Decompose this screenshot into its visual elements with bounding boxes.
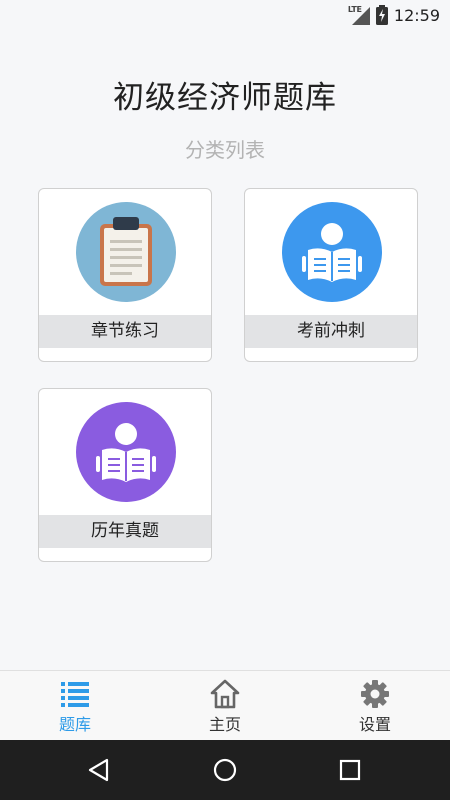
clipboard-icon: [100, 217, 152, 286]
category-card-past-exams[interactable]: 历年真题: [38, 388, 212, 562]
gear-icon: [361, 680, 389, 708]
category-label: 考前冲刺: [245, 315, 417, 348]
category-card-chapter-practice[interactable]: 章节练习: [38, 188, 212, 362]
signal-indicator: LTE: [348, 5, 370, 25]
battery-icon: [375, 5, 388, 25]
bottom-nav: 题库 主页 设置: [0, 670, 450, 740]
status-icons: LTE 12:59: [348, 4, 440, 26]
recents-icon[interactable]: [334, 754, 366, 786]
back-icon[interactable]: [83, 754, 115, 786]
nav-label: 题库: [58, 715, 91, 734]
nav-label: 设置: [358, 715, 391, 734]
nav-tab-home[interactable]: 主页: [150, 671, 300, 741]
category-icon-circle: [282, 202, 382, 302]
page-subtitle: 分类列表: [185, 138, 265, 162]
list-icon: [61, 682, 89, 707]
clock: 12:59: [393, 5, 440, 25]
nav-label: 主页: [208, 715, 241, 734]
page-title: 初级经济师题库: [113, 80, 337, 116]
nav-tab-question-bank[interactable]: 题库: [0, 671, 150, 741]
signal-icon: [351, 7, 370, 25]
category-icon-circle: [76, 202, 176, 302]
category-card-pre-exam-sprint[interactable]: 考前冲刺: [244, 188, 418, 362]
home-icon: [210, 679, 240, 709]
status-bar: LTE 12:59: [0, 0, 450, 30]
home-circle-icon[interactable]: [209, 754, 241, 786]
nav-tab-settings[interactable]: 设置: [300, 671, 450, 741]
reading-person-icon: [302, 223, 362, 282]
category-label: 章节练习: [39, 315, 211, 348]
category-icon-circle: [76, 402, 176, 502]
reading-person-icon: [96, 423, 156, 482]
category-label: 历年真题: [39, 515, 211, 548]
system-nav-bar: [0, 740, 450, 800]
